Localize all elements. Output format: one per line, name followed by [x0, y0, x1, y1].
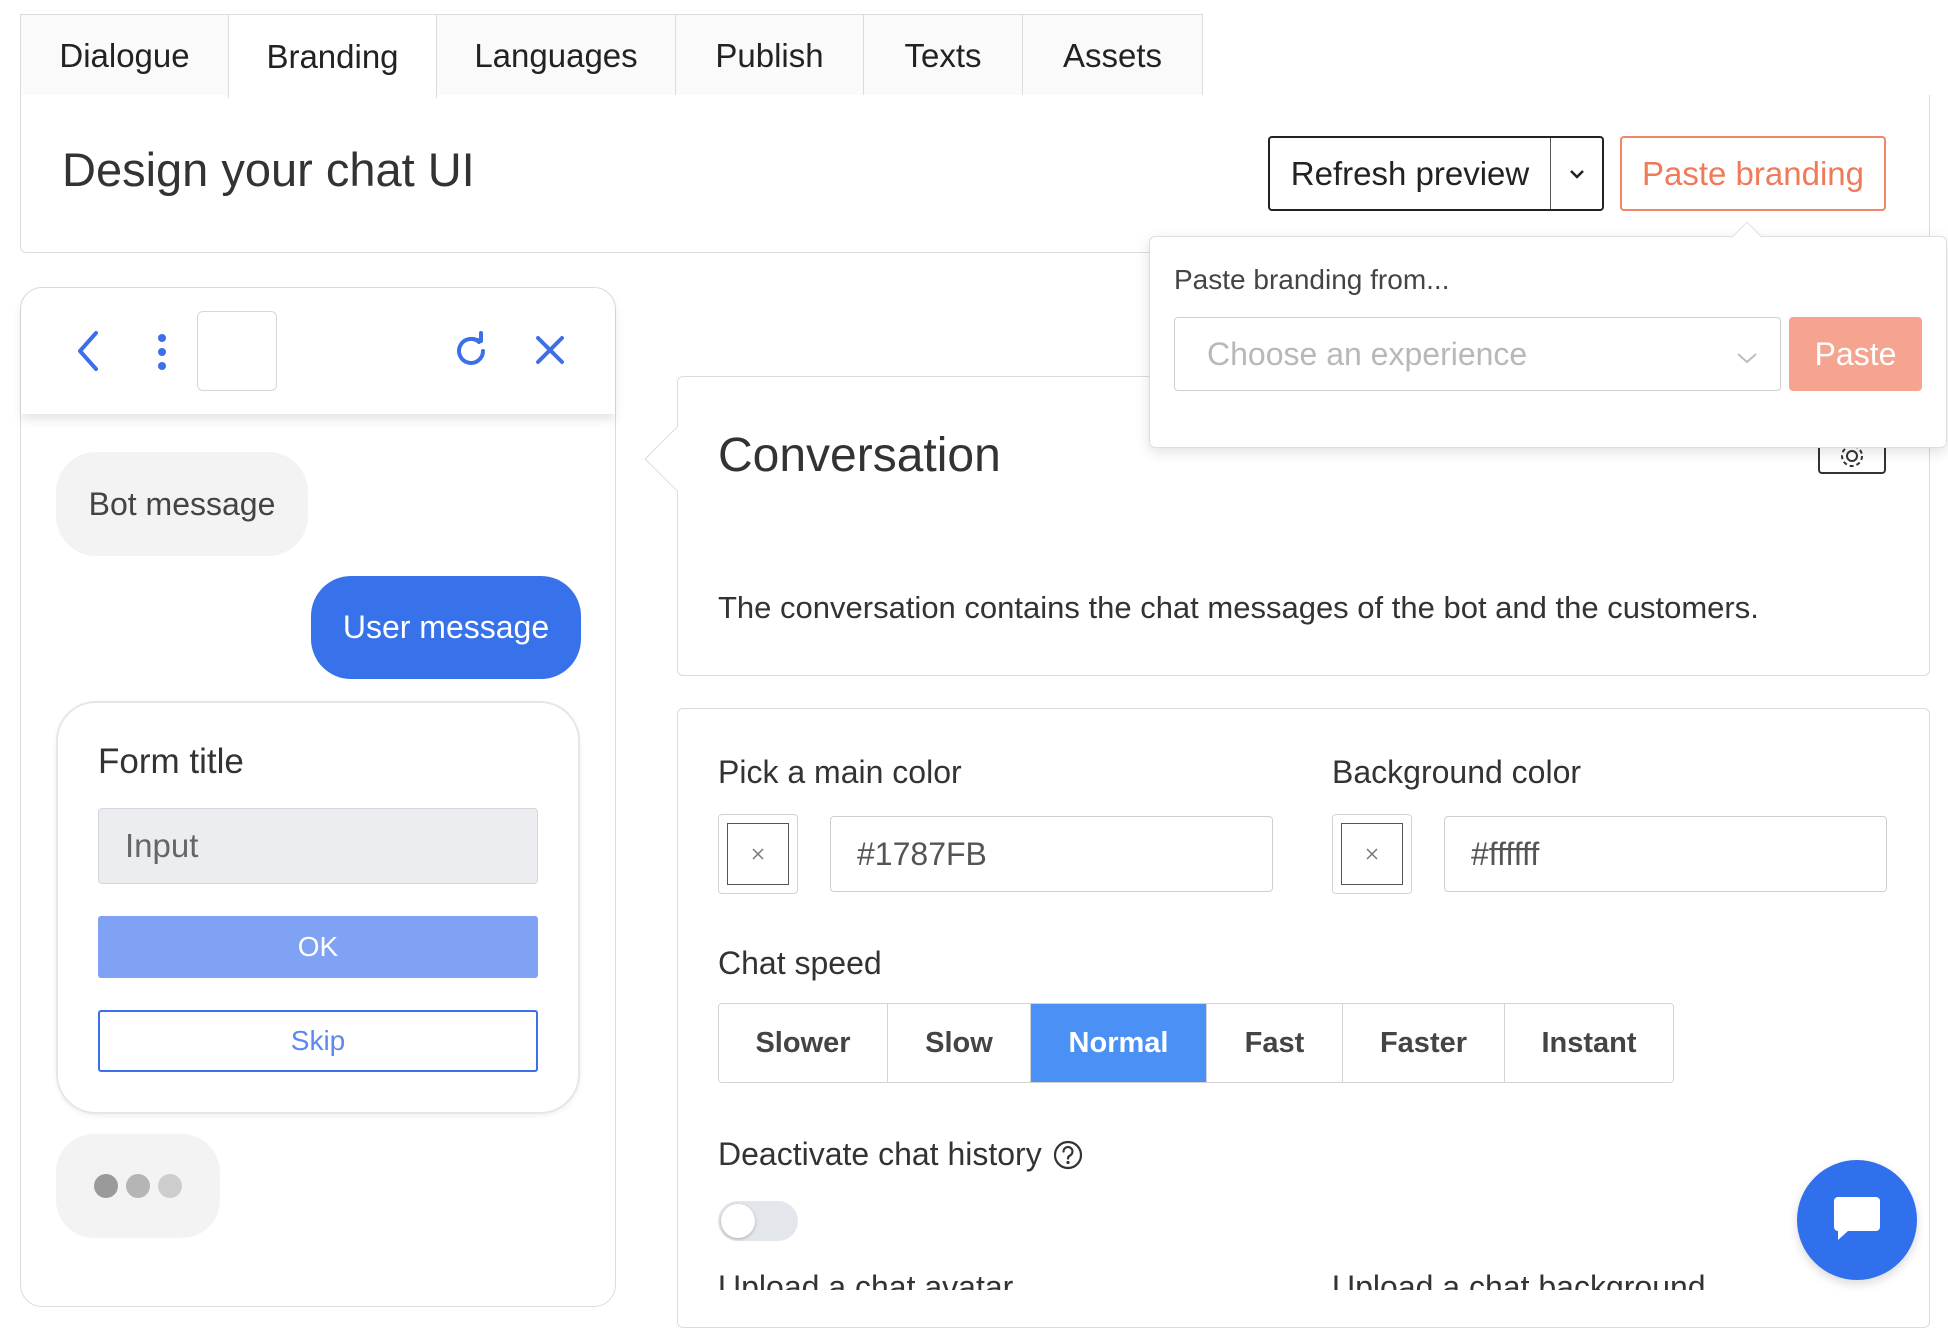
toggle-knob — [721, 1204, 755, 1238]
help-circle-icon[interactable] — [1052, 1139, 1086, 1173]
chat-header — [21, 288, 615, 414]
speed-option-faster[interactable]: Faster — [1343, 1004, 1505, 1082]
background-color-label: Background color — [1332, 754, 1582, 790]
chevron-down-icon[interactable] — [1551, 168, 1602, 180]
bot-message-bubble: Bot message — [56, 452, 308, 556]
paste-branding-button[interactable]: Paste branding — [1620, 136, 1886, 211]
upload-background-label: Upload a chat background — [1332, 1270, 1706, 1290]
more-vertical-icon[interactable] — [150, 330, 174, 374]
tab-assets[interactable]: Assets — [1022, 14, 1203, 96]
deactivate-history-toggle[interactable] — [718, 1201, 798, 1241]
chat-logo-placeholder — [197, 311, 277, 391]
paste-button[interactable]: Paste — [1789, 317, 1922, 391]
form-title: Form title — [98, 742, 244, 781]
experience-select[interactable]: Choose an experience — [1174, 317, 1781, 391]
chat-speed-segmented-control: Slower Slow Normal Fast Faster Instant — [718, 1003, 1674, 1083]
refresh-icon[interactable] — [448, 328, 494, 374]
speed-option-normal[interactable]: Normal — [1031, 1004, 1207, 1082]
speed-option-slower[interactable]: Slower — [719, 1004, 888, 1082]
background-color-swatch[interactable] — [1332, 814, 1412, 894]
back-arrow-icon[interactable] — [68, 326, 108, 376]
tab-branding[interactable]: Branding — [228, 14, 437, 98]
main-color-label: Pick a main color — [718, 754, 962, 790]
tab-languages[interactable]: Languages — [436, 14, 676, 96]
tab-publish[interactable]: Publish — [675, 14, 864, 96]
refresh-preview-button[interactable]: Refresh preview — [1270, 155, 1550, 193]
speed-option-fast[interactable]: Fast — [1207, 1004, 1343, 1082]
conversation-description: The conversation contains the chat messa… — [718, 590, 1759, 625]
typing-dot — [94, 1174, 118, 1198]
close-icon[interactable] — [530, 330, 570, 370]
background-color-input[interactable]: #ffffff — [1444, 816, 1887, 892]
tab-dialogue[interactable]: Dialogue — [20, 14, 229, 96]
chat-bubble-icon — [1828, 1189, 1886, 1252]
speed-option-slow[interactable]: Slow — [888, 1004, 1031, 1082]
color-picker-icon — [1341, 823, 1403, 885]
main-color-input[interactable]: #1787FB — [830, 816, 1273, 892]
main-color-swatch[interactable] — [718, 814, 798, 894]
user-message-bubble: User message — [311, 576, 581, 679]
conversation-title: Conversation — [718, 429, 1001, 482]
form-ok-button[interactable]: OK — [98, 916, 538, 978]
paste-from-label: Paste branding from... — [1174, 264, 1450, 295]
color-picker-icon — [727, 823, 789, 885]
form-skip-button[interactable]: Skip — [98, 1010, 538, 1072]
upload-avatar-label: Upload a chat avatar — [718, 1270, 1014, 1290]
tab-texts[interactable]: Texts — [863, 14, 1023, 96]
chevron-down-icon — [1734, 340, 1760, 377]
experience-select-placeholder: Choose an experience — [1207, 335, 1528, 372]
typing-dot — [158, 1174, 182, 1198]
typing-indicator — [56, 1134, 220, 1238]
deactivate-history-label: Deactivate chat history — [718, 1136, 1042, 1172]
speed-option-instant[interactable]: Instant — [1505, 1004, 1673, 1082]
chat-speed-label: Chat speed — [718, 945, 882, 981]
typing-dot — [126, 1174, 150, 1198]
refresh-preview-split-button[interactable]: Refresh preview — [1268, 136, 1604, 211]
form-input[interactable]: Input — [98, 808, 538, 884]
page-title: Design your chat UI — [62, 143, 475, 196]
chat-launcher-button[interactable] — [1797, 1160, 1917, 1280]
